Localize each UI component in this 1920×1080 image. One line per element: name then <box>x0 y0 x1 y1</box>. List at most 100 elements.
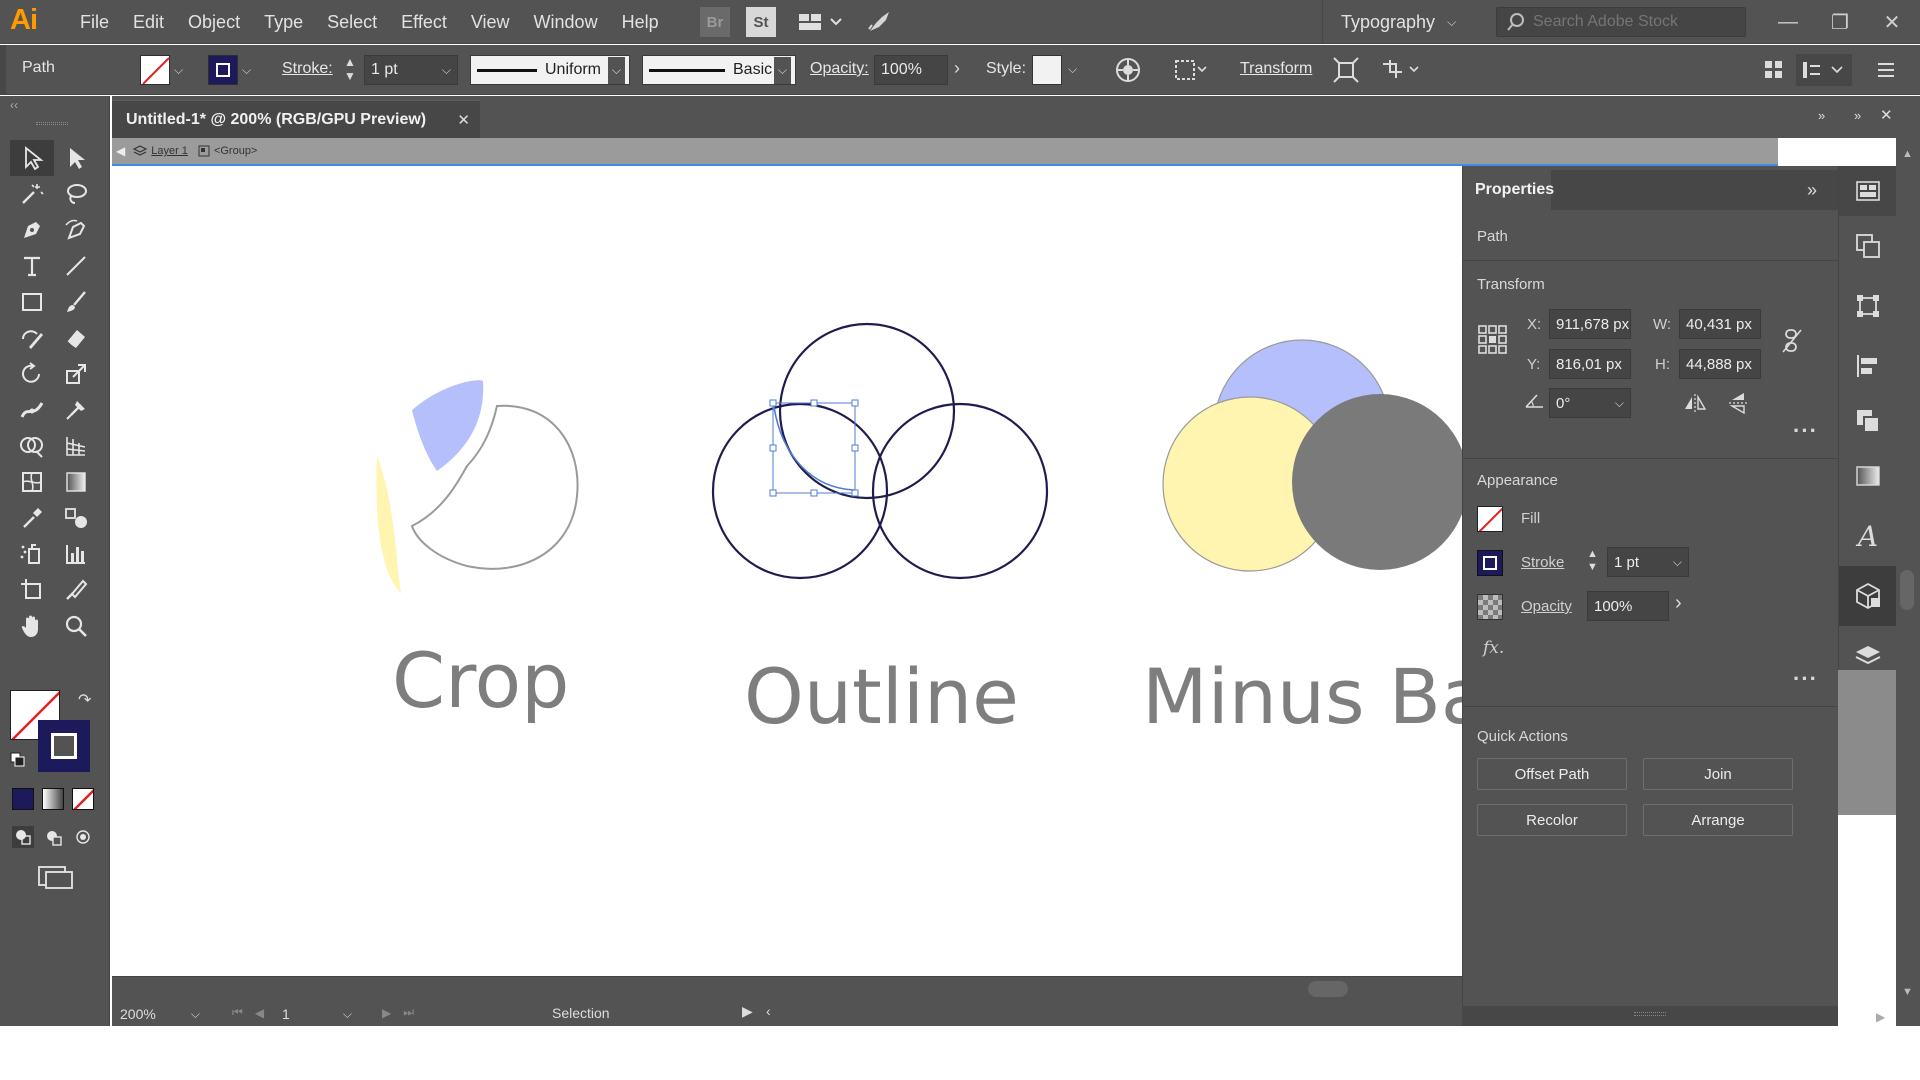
width-tool-icon[interactable] <box>10 392 54 428</box>
close-icon[interactable]: ✕ <box>1866 0 1918 44</box>
crop-label[interactable]: Crop <box>392 636 569 725</box>
pathfinder-shapes-icon[interactable] <box>1839 396 1897 446</box>
pen-tool-icon[interactable] <box>10 212 54 248</box>
mesh-tool-icon[interactable] <box>10 464 54 500</box>
expand-panel-icon[interactable]: » <box>1807 180 1817 201</box>
stroke-label[interactable]: Stroke: <box>282 60 333 78</box>
minus-grey-circle[interactable] <box>1292 394 1462 570</box>
gradient-panel-icon[interactable] <box>1839 446 1897 506</box>
scroll-right-icon[interactable]: ▶ <box>1876 1010 1885 1024</box>
stroke-weight-field[interactable]: 1 pt ⌵ <box>364 55 458 85</box>
reference-point-icon[interactable] <box>1477 324 1507 354</box>
crop-yellow-shape[interactable] <box>376 456 402 594</box>
first-artboard-icon[interactable]: ⏮ <box>232 1005 243 1020</box>
symbol-sprayer-tool-icon[interactable] <box>10 536 54 572</box>
chevron-right-icon[interactable]: › <box>1675 592 1682 615</box>
bridge-icon[interactable]: Br <box>700 7 730 37</box>
column-graph-tool-icon[interactable] <box>54 536 98 572</box>
publish-rocket-icon[interactable] <box>864 7 894 37</box>
workspace-switcher[interactable]: Typography ⌵ <box>1322 0 1484 44</box>
align-to-selection-icon[interactable] <box>1172 56 1208 84</box>
menu-view[interactable]: View <box>459 0 522 44</box>
color-icon[interactable] <box>12 788 34 810</box>
puppet-warp-icon[interactable] <box>1378 56 1422 84</box>
shaper-tool-icon[interactable] <box>10 320 54 356</box>
more-options-icon[interactable]: ··· <box>1793 418 1818 444</box>
slice-tool-icon[interactable] <box>54 572 98 608</box>
character-panel-icon[interactable]: A <box>1839 506 1897 566</box>
menu-type[interactable]: Type <box>252 0 315 44</box>
status-menu-icon[interactable]: ▶ <box>742 1003 753 1020</box>
scroll-thumb[interactable] <box>1900 570 1914 610</box>
tab-properties[interactable]: Properties <box>1463 170 1554 210</box>
last-artboard-icon[interactable]: ⏭ <box>403 1005 414 1020</box>
minus-back-label[interactable]: Minus Ba <box>1142 652 1488 741</box>
eyedropper-tool-icon[interactable] <box>10 500 54 536</box>
pathfinder-icon[interactable] <box>1839 216 1897 276</box>
menu-select[interactable]: Select <box>315 0 389 44</box>
gradient-tool-icon[interactable] <box>54 464 98 500</box>
stroke-label-link[interactable]: Stroke <box>1521 554 1564 571</box>
draw-normal-icon[interactable] <box>12 826 34 848</box>
scale-tool-icon[interactable] <box>54 356 98 392</box>
transform-panel-icon[interactable] <box>1839 276 1897 336</box>
puppet-warp-tool-icon[interactable] <box>54 392 98 428</box>
scroll-up-icon[interactable]: ▲ <box>1902 148 1913 160</box>
stroke-color-swatch[interactable] <box>38 720 90 772</box>
stock-icon[interactable]: St <box>746 7 776 37</box>
direct-selection-tool-icon[interactable] <box>54 140 98 176</box>
isolate-selected-icon[interactable] <box>1332 56 1360 84</box>
recolor-button[interactable]: Recolor <box>1477 804 1627 836</box>
chevron-down-icon[interactable]: ⌵ <box>1068 62 1077 77</box>
collapse-panel-icon[interactable]: ‹‹ <box>10 98 18 112</box>
artboard-select[interactable]: 1 ⌵ <box>282 1001 352 1027</box>
scroll-down-icon[interactable]: ▼ <box>1902 986 1913 998</box>
toolbar-grip[interactable] <box>36 122 68 125</box>
draw-inside-icon[interactable] <box>72 826 94 848</box>
next-artboard-icon[interactable]: ▶ <box>382 1006 391 1020</box>
panel-layout-icon[interactable] <box>1762 58 1786 82</box>
restore-icon[interactable]: ❐ <box>1814 0 1866 44</box>
collapse-dock-icon[interactable]: » <box>1854 108 1861 123</box>
menu-edit[interactable]: Edit <box>121 0 176 44</box>
rotate-tool-icon[interactable] <box>10 356 54 392</box>
arrange-documents-icon[interactable] <box>792 7 848 37</box>
artwork[interactable] <box>112 166 1462 976</box>
breadcrumb-layer[interactable]: Layer 1 <box>151 145 188 157</box>
libraries-icon[interactable] <box>1839 166 1897 216</box>
control-bar-grip[interactable] <box>0 45 6 95</box>
minimize-icon[interactable]: — <box>1762 0 1814 44</box>
join-button[interactable]: Join <box>1643 758 1793 790</box>
arrange-panels-icon[interactable] <box>1796 54 1852 86</box>
swap-fill-stroke-icon[interactable]: ↷ <box>78 690 91 710</box>
curvature-tool-icon[interactable] <box>54 212 98 248</box>
document-tab[interactable]: Untitled-1* @ 200% (RGB/GPU Preview) ✕ <box>112 100 480 138</box>
stroke-stepper-icon[interactable]: ▲ ▼ <box>344 55 356 83</box>
menu-lines-icon[interactable] <box>1874 59 1898 81</box>
variable-width-profile[interactable]: Uniform ⌵ <box>470 55 630 85</box>
crop-blue-shape[interactable] <box>412 380 484 471</box>
previous-artboard-icon[interactable]: ◀ <box>255 1006 264 1020</box>
perspective-grid-tool-icon[interactable] <box>54 428 98 464</box>
appearance-opacity-field[interactable]: 100% <box>1587 591 1669 621</box>
paintbrush-tool-icon[interactable] <box>54 284 98 320</box>
chevron-right-icon[interactable]: › <box>954 58 960 79</box>
artboard-nav-prev[interactable]: ⏮ ◀ <box>232 1005 264 1020</box>
gradient-icon[interactable] <box>42 788 64 810</box>
transform-link[interactable]: Transform <box>1240 60 1312 78</box>
selection-bounding-box[interactable] <box>769 399 859 497</box>
chevron-down-icon[interactable]: ⌵ <box>242 63 251 78</box>
appearance-stroke-swatch[interactable] <box>1477 550 1503 576</box>
artboard-tool-icon[interactable] <box>10 572 54 608</box>
default-fill-stroke-icon[interactable] <box>10 752 26 768</box>
zoom-select[interactable]: 200% ⌵ <box>120 1001 200 1027</box>
zoom-tool-icon[interactable] <box>54 608 98 644</box>
flip-vertical-icon[interactable] <box>1727 392 1751 414</box>
draw-behind-icon[interactable] <box>42 826 64 848</box>
outline-left-circle[interactable] <box>711 402 889 580</box>
menu-object[interactable]: Object <box>176 0 252 44</box>
3d-materials-icon[interactable] <box>1839 566 1897 626</box>
minus-back-example[interactable] <box>1162 339 1462 572</box>
rectangle-tool-icon[interactable] <box>10 284 54 320</box>
recolor-artwork-icon[interactable] <box>1114 56 1142 84</box>
